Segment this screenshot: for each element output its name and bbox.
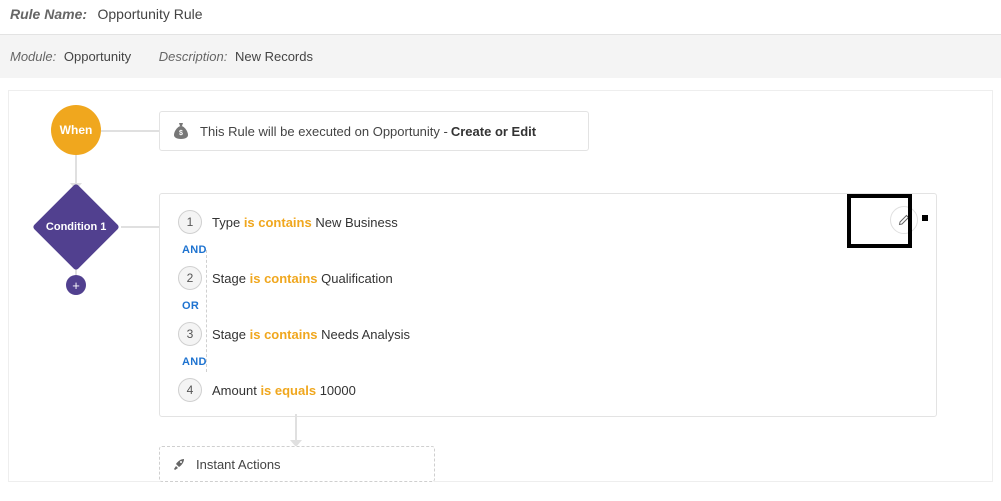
edit-condition-button[interactable] (890, 206, 918, 234)
condition-value: Qualification (321, 271, 393, 286)
rule-name-value: Opportunity Rule (97, 6, 202, 22)
condition-field: Stage (212, 327, 246, 342)
condition-row: 4 Amount is equals 10000 (178, 378, 918, 402)
condition-node-label: Condition 1 (46, 221, 107, 233)
condition-index: 2 (178, 266, 202, 290)
condition-join: AND (182, 244, 918, 256)
rocket-icon (172, 457, 186, 471)
condition-field: Stage (212, 271, 246, 286)
when-node[interactable]: When (51, 105, 101, 155)
condition-text: Type is contains New Business (212, 215, 398, 230)
condition-line (206, 250, 208, 372)
condition-index: 4 (178, 378, 202, 402)
when-node-label: When (60, 123, 93, 137)
instant-actions-button[interactable]: Instant Actions (159, 446, 435, 482)
condition-index: 3 (178, 322, 202, 346)
condition-index: 1 (178, 210, 202, 234)
condition-field: Type (212, 215, 240, 230)
money-bag-icon: $ (174, 123, 188, 139)
tutorial-marker-dot (922, 215, 928, 221)
condition-value: 10000 (320, 383, 356, 398)
condition-row: 3 Stage is contains Needs Analysis (178, 322, 918, 346)
condition-join: OR (182, 300, 918, 312)
svg-text:$: $ (179, 130, 183, 137)
when-text-bold: Create or Edit (451, 124, 536, 139)
condition-operator: is equals (260, 383, 316, 398)
when-text-prefix: This Rule will be executed on Opportunit… (200, 124, 448, 139)
condition-value: New Business (315, 215, 397, 230)
instant-actions-label: Instant Actions (196, 457, 281, 472)
page-subheader: Module: Opportunity Description: New Rec… (0, 35, 1001, 78)
add-condition-button[interactable]: + (66, 275, 86, 295)
condition-text: Stage is contains Needs Analysis (212, 327, 410, 342)
condition-row: 1 Type is contains New Business (178, 210, 918, 234)
connector-line (121, 226, 159, 228)
condition-join: AND (182, 356, 918, 368)
description-label: Description: (159, 49, 228, 64)
module-label: Module: (10, 49, 56, 64)
condition-row: 2 Stage is contains Qualification (178, 266, 918, 290)
workflow-canvas: When $ This Rule will be executed on Opp… (8, 90, 993, 482)
plus-icon: + (72, 278, 80, 293)
when-description-box[interactable]: $ This Rule will be executed on Opportun… (159, 111, 589, 151)
condition-operator: is contains (244, 215, 312, 230)
condition-node[interactable]: Condition 1 (26, 187, 126, 267)
condition-panel: 1 Type is contains New Business AND 2 St… (159, 193, 937, 417)
condition-text: Stage is contains Qualification (212, 271, 393, 286)
description-value: New Records (235, 49, 313, 64)
page-header: Rule Name: Opportunity Rule (0, 0, 1001, 35)
condition-operator: is contains (250, 327, 318, 342)
connector-line (295, 414, 297, 442)
module-value: Opportunity (64, 49, 131, 64)
condition-text: Amount is equals 10000 (212, 383, 356, 398)
condition-operator: is contains (250, 271, 318, 286)
rule-name-label: Rule Name: (10, 6, 87, 22)
condition-field: Amount (212, 383, 257, 398)
pencil-icon (898, 214, 910, 226)
connector-line (101, 130, 161, 132)
condition-value: Needs Analysis (321, 327, 410, 342)
